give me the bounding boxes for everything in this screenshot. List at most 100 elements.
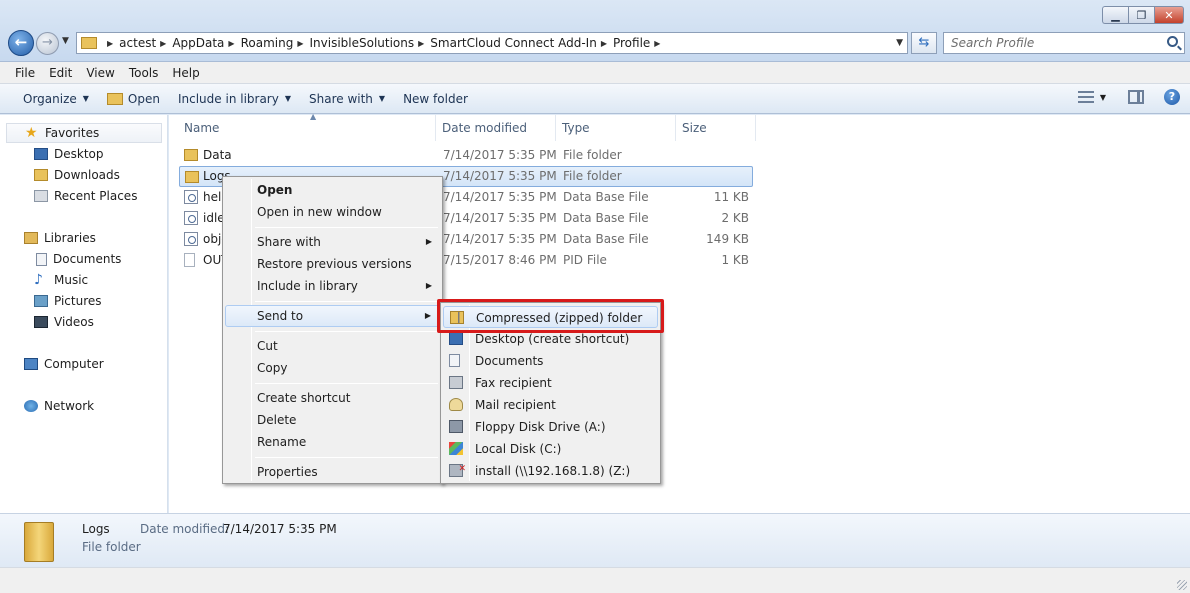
resize-grip-icon[interactable] xyxy=(1177,580,1187,590)
ctx-create-shortcut[interactable]: Create shortcut xyxy=(225,387,440,409)
database-file-icon xyxy=(184,232,198,246)
ctx-include-in-library[interactable]: Include in library ▶ xyxy=(225,275,440,297)
maximize-button[interactable]: ❐ xyxy=(1128,6,1154,24)
column-header-date-modified[interactable]: Date modified xyxy=(437,115,556,141)
menu-help[interactable]: Help xyxy=(165,66,206,80)
floppy-disk-icon xyxy=(449,420,463,433)
ctx-properties[interactable]: Properties xyxy=(225,461,440,483)
details-pane: Logs Date modified: 7/14/2017 5:35 PM Fi… xyxy=(0,513,1190,567)
nav-favorites[interactable]: ★ Favorites xyxy=(6,123,162,143)
folder-icon xyxy=(184,149,198,161)
file-row[interactable]: Data 7/14/2017 5:35 PM File folder xyxy=(179,145,753,166)
organize-button[interactable]: Organize ▼ xyxy=(14,84,98,113)
help-icon[interactable]: ? xyxy=(1164,89,1180,105)
nav-computer[interactable]: Computer xyxy=(24,354,104,374)
column-header-name[interactable]: Name ▲ xyxy=(179,112,436,141)
documents-icon xyxy=(36,252,47,266)
breadcrumb-appdata[interactable]: AppData ▶ xyxy=(172,36,240,50)
database-file-icon xyxy=(184,190,198,204)
nav-music[interactable]: ♪ Music xyxy=(34,270,88,290)
sort-ascending-icon: ▲ xyxy=(310,112,317,121)
breadcrumb-profile[interactable]: Profile ▶ xyxy=(613,36,666,50)
nav-network[interactable]: Network xyxy=(24,396,94,416)
chevron-down-icon: ▼ xyxy=(284,94,291,103)
close-button[interactable]: ✕ xyxy=(1154,6,1184,24)
pictures-icon xyxy=(34,295,48,307)
menu-bar: File Edit View Tools Help xyxy=(0,62,1190,84)
open-button[interactable]: Open xyxy=(98,84,169,113)
desktop-icon xyxy=(449,332,463,345)
window-controls: ▁ ❐ ✕ xyxy=(1102,6,1184,24)
menu-tools[interactable]: Tools xyxy=(122,66,166,80)
menu-separator xyxy=(255,457,438,458)
sendto-local-disk[interactable]: Local Disk (C:) xyxy=(443,438,658,460)
view-options-dropdown[interactable]: ▼ xyxy=(1100,93,1106,102)
preview-pane-icon[interactable] xyxy=(1128,90,1144,104)
breadcrumb-actest[interactable]: actest ▶ xyxy=(119,36,172,50)
nav-pictures[interactable]: Pictures xyxy=(34,291,102,311)
menu-separator xyxy=(255,383,438,384)
ctx-restore-previous-versions[interactable]: Restore previous versions xyxy=(225,253,440,275)
search-input[interactable] xyxy=(944,33,1154,53)
database-file-icon xyxy=(184,211,198,225)
ctx-open[interactable]: Open xyxy=(225,179,440,201)
network-icon xyxy=(24,400,38,412)
ctx-share-with[interactable]: Share with ▶ xyxy=(225,231,440,253)
documents-icon xyxy=(449,354,460,367)
nav-libraries[interactable]: Libraries xyxy=(24,228,96,248)
downloads-folder-icon xyxy=(34,169,48,181)
ctx-cut[interactable]: Cut xyxy=(225,335,440,357)
libraries-icon xyxy=(24,232,38,244)
new-folder-button[interactable]: New folder xyxy=(394,84,477,113)
sendto-mail-recipient[interactable]: Mail recipient xyxy=(443,394,658,416)
forward-button[interactable]: → xyxy=(36,32,59,55)
sendto-documents[interactable]: Documents xyxy=(443,350,658,372)
menu-edit[interactable]: Edit xyxy=(42,66,79,80)
sendto-floppy-disk[interactable]: Floppy Disk Drive (A:) xyxy=(443,416,658,438)
change-view-icon[interactable] xyxy=(1077,91,1094,103)
folder-icon xyxy=(24,522,54,562)
computer-icon xyxy=(24,358,38,370)
command-bar: Organize ▼ Open Include in library ▼ Share… xyxy=(0,84,1190,114)
navigation-pane: ★ Favorites Desktop Downloads Recent Plac… xyxy=(0,115,168,513)
context-menu: Open Open in new window Share with ▶ Rest… xyxy=(222,176,443,484)
recent-pages-dropdown[interactable]: ▼ xyxy=(62,36,69,46)
nav-desktop[interactable]: Desktop xyxy=(34,144,104,164)
search-box[interactable] xyxy=(943,32,1185,54)
folder-open-icon xyxy=(106,92,123,105)
breadcrumb-invisiblesolutions[interactable]: InvisibleSolutions ▶ xyxy=(309,36,430,50)
status-bar xyxy=(0,567,1190,593)
breadcrumb-roaming[interactable]: Roaming ▶ xyxy=(241,36,310,50)
search-icon[interactable] xyxy=(1167,36,1178,47)
sendto-network-drive[interactable]: install (\\192.168.1.8) (Z:) xyxy=(443,458,658,482)
nav-documents[interactable]: Documents xyxy=(36,249,121,269)
column-header-size[interactable]: Size xyxy=(677,115,756,141)
nav-downloads[interactable]: Downloads xyxy=(34,165,120,185)
menu-separator xyxy=(255,301,438,302)
share-with-button[interactable]: Share with ▼ xyxy=(300,84,394,113)
address-dropdown[interactable]: ▼ xyxy=(896,38,903,48)
include-in-library-button[interactable]: Include in library ▼ xyxy=(169,84,300,113)
music-icon: ♪ xyxy=(34,272,43,288)
nav-recent-places[interactable]: Recent Places xyxy=(34,186,137,206)
nav-videos[interactable]: Videos xyxy=(34,312,94,332)
sendto-fax-recipient[interactable]: Fax recipient xyxy=(443,372,658,394)
menu-separator xyxy=(255,227,438,228)
ctx-send-to[interactable]: Send to ▶ xyxy=(225,305,440,327)
submenu-arrow-icon: ▶ xyxy=(425,281,432,290)
ctx-delete[interactable]: Delete xyxy=(225,409,440,431)
menu-view[interactable]: View xyxy=(79,66,121,80)
local-disk-icon xyxy=(449,442,463,455)
menu-file[interactable]: File xyxy=(8,66,42,80)
ctx-rename[interactable]: Rename xyxy=(225,431,440,453)
column-header-type[interactable]: Type xyxy=(557,115,676,141)
breadcrumb-smartcloud[interactable]: SmartCloud Connect Add-In ▶ xyxy=(430,36,613,50)
minimize-button[interactable]: ▁ xyxy=(1102,6,1128,24)
refresh-button[interactable]: ⇆ xyxy=(911,32,937,54)
ctx-copy[interactable]: Copy xyxy=(225,357,440,379)
back-button[interactable]: ← xyxy=(8,30,34,56)
address-bar[interactable]: ▶ actest ▶ AppData ▶ Roaming ▶ InvisibleSol… xyxy=(76,32,908,54)
ctx-open-new-window[interactable]: Open in new window xyxy=(225,201,440,223)
details-date-label: Date modified: xyxy=(140,522,230,536)
breadcrumb-separator[interactable]: ▶ xyxy=(103,39,119,48)
